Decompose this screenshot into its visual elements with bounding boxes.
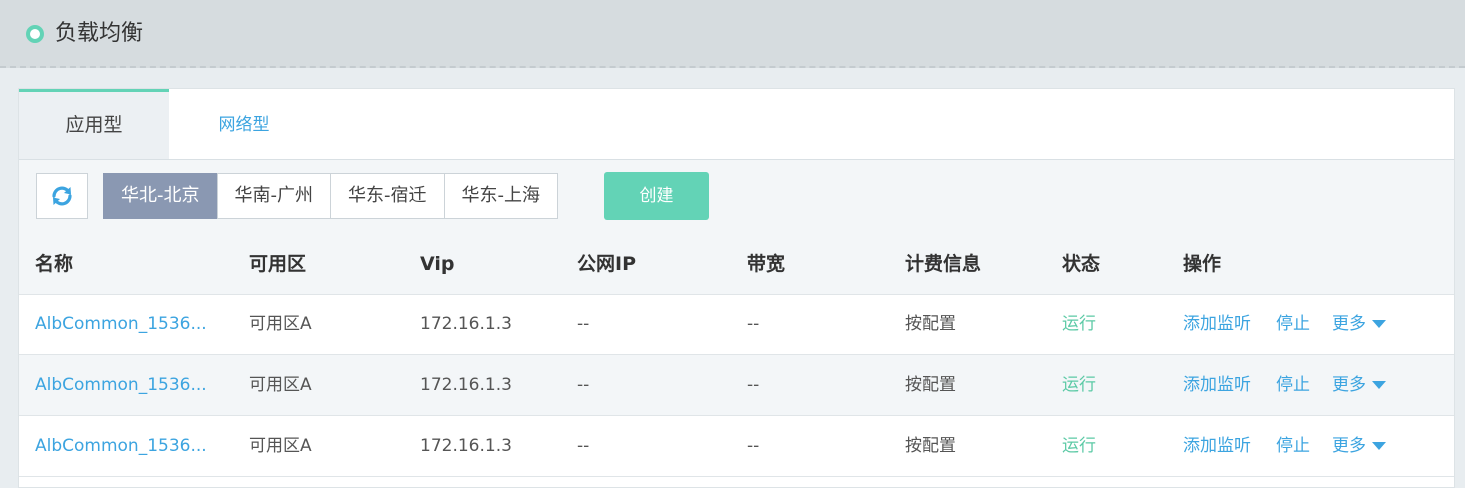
more-dropdown[interactable]: 更多 [1332,416,1386,476]
vip-cell: 172.16.1.3 [420,375,512,395]
column-header-billing: 计费信息 [905,253,982,275]
region-shanghai[interactable]: 华东-上海 [443,173,558,219]
billing-cell: 按配置 [905,436,956,456]
column-header-name: 名称 [35,253,74,275]
status-badge: 运行 [1062,436,1096,456]
column-header-actions: 操作 [1183,253,1222,275]
stop-link[interactable]: 停止 [1276,294,1310,354]
add-listener-link[interactable]: 添加监听 [1183,355,1251,415]
bandwidth-cell: -- [747,314,760,334]
column-header-vip: Vip [420,253,455,275]
instance-name-link[interactable]: AlbCommon_1536... [35,416,207,476]
caret-down-icon [1372,320,1386,328]
create-button[interactable]: 创建 [604,172,709,220]
zone-cell: 可用区A [249,314,312,334]
content-panel: 应用型 网络型 华北-北京 华南-广州 华东-宿迁 华东-上海 创建 名称 可用… [18,88,1455,488]
region-suqian[interactable]: 华东-宿迁 [330,173,445,219]
vip-cell: 172.16.1.3 [420,436,512,456]
table-row: AlbCommon_1536... 可用区A 172.16.1.3 -- -- … [19,294,1454,355]
table-row: AlbCommon_1536... 可用区A 172.16.1.3 -- -- … [19,416,1454,477]
public-ip-cell: -- [577,314,590,334]
region-beijing[interactable]: 华北-北京 [103,173,218,219]
tab-bar: 应用型 网络型 [19,89,1454,160]
toolbar: 华北-北京 华南-广州 华东-宿迁 华东-上海 创建 [19,160,1454,235]
more-label: 更多 [1332,436,1366,456]
billing-cell: 按配置 [905,314,956,334]
tab-network[interactable]: 网络型 [169,89,319,159]
public-ip-cell: -- [577,436,590,456]
column-header-bandwidth: 带宽 [747,253,786,275]
refresh-icon [52,186,72,206]
region-guangzhou[interactable]: 华南-广州 [216,173,331,219]
refresh-button[interactable] [36,173,88,219]
column-header-zone: 可用区 [249,253,307,275]
vip-cell: 172.16.1.3 [420,314,512,334]
column-header-status: 状态 [1062,253,1101,275]
page-title: 负载均衡 [55,21,144,46]
public-ip-cell: -- [577,375,590,395]
stop-link[interactable]: 停止 [1276,355,1310,415]
bandwidth-cell: -- [747,436,760,456]
add-listener-link[interactable]: 添加监听 [1183,416,1251,476]
column-header-public-ip: 公网IP [577,253,636,275]
instance-name-link[interactable]: AlbCommon_1536... [35,355,207,415]
more-dropdown[interactable]: 更多 [1332,355,1386,415]
status-badge: 运行 [1062,375,1096,395]
more-dropdown[interactable]: 更多 [1332,294,1386,354]
add-listener-link[interactable]: 添加监听 [1183,294,1251,354]
more-label: 更多 [1332,314,1366,334]
caret-down-icon [1372,381,1386,389]
stop-link[interactable]: 停止 [1276,416,1310,476]
zone-cell: 可用区A [249,436,312,456]
more-label: 更多 [1332,375,1366,395]
region-selector: 华北-北京 华南-广州 华东-宿迁 华东-上海 [103,173,558,219]
circle-icon [26,25,44,43]
table-row: AlbCommon_1536... 可用区A 172.16.1.3 -- -- … [19,355,1454,416]
bandwidth-cell: -- [747,375,760,395]
billing-cell: 按配置 [905,375,956,395]
status-badge: 运行 [1062,314,1096,334]
tab-application[interactable]: 应用型 [19,89,169,159]
instance-name-link[interactable]: AlbCommon_1536... [35,294,207,354]
page-header: 负载均衡 [0,0,1465,68]
zone-cell: 可用区A [249,375,312,395]
table-header: 名称 可用区 Vip 公网IP 带宽 计费信息 状态 操作 [19,234,1454,295]
caret-down-icon [1372,442,1386,450]
